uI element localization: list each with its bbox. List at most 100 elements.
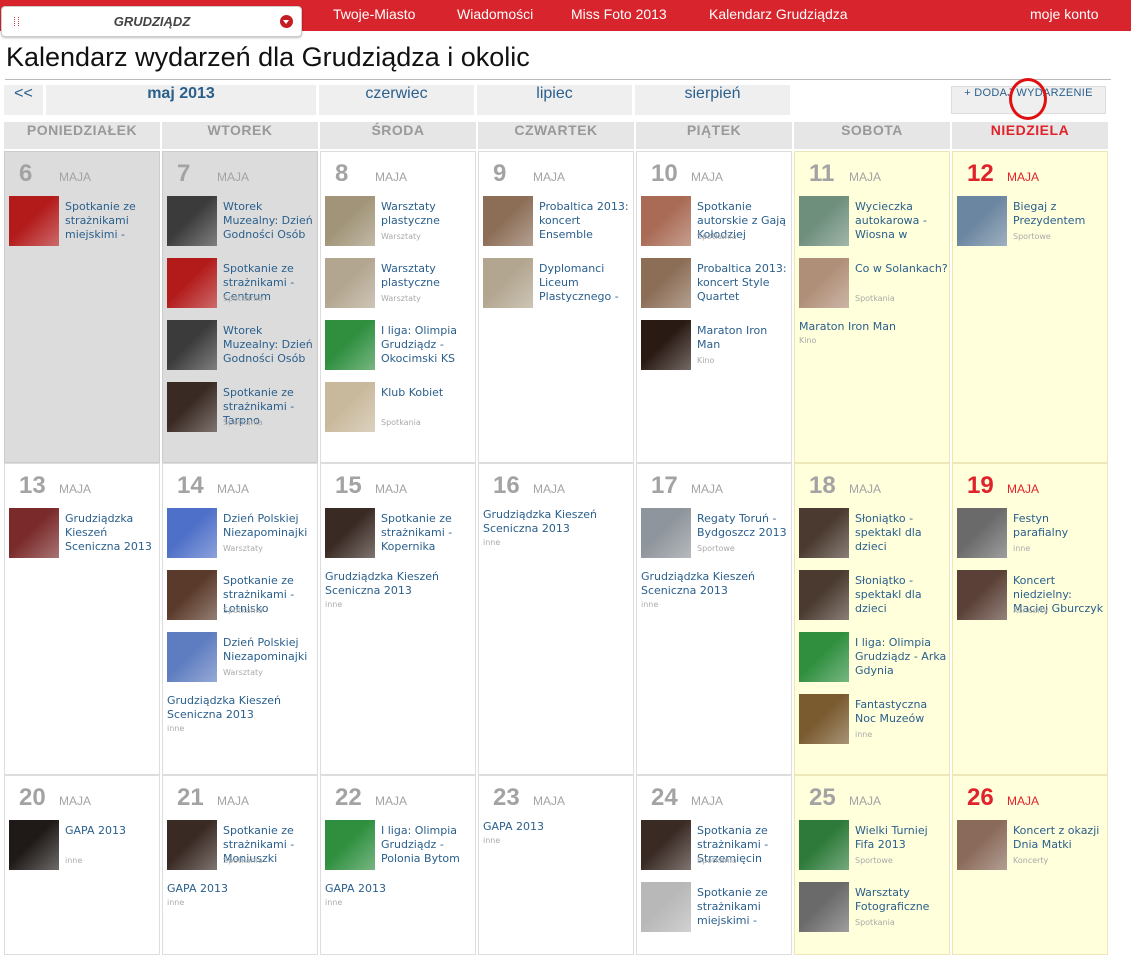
day-month: MAJA xyxy=(691,170,724,184)
day-month: MAJA xyxy=(217,170,250,184)
event-thumbnail[interactable] xyxy=(167,382,217,432)
event-thumbnail[interactable] xyxy=(641,258,691,308)
event-thumbnail[interactable] xyxy=(167,196,217,246)
month-lipiec[interactable]: lipiec xyxy=(477,85,632,115)
day-cell: 16 MAJA Grudziądzka Kieszeń Sceniczna 2013… xyxy=(478,463,634,775)
event-thumbnail[interactable] xyxy=(957,508,1007,558)
day-cell: 7 MAJA Wtorek Muzealny: Dzień Godności Osó… xyxy=(162,151,318,463)
day-number: 7 xyxy=(177,160,191,187)
event-title[interactable]: GAPA 2013 xyxy=(167,882,317,896)
event-thumbnail[interactable] xyxy=(799,820,849,870)
event-title[interactable]: Probaltica 2013: koncert Style Quartet xyxy=(697,262,791,304)
event-thumbnail[interactable] xyxy=(799,508,849,558)
event-thumbnail[interactable] xyxy=(167,632,217,682)
event-title[interactable]: I liga: Olimpia Grudziądz - Polonia Byto… xyxy=(381,824,475,866)
event-thumbnail[interactable] xyxy=(641,196,691,246)
event-thumbnail[interactable] xyxy=(483,258,533,308)
nav-miss-foto[interactable]: Miss Foto 2013 xyxy=(571,6,667,22)
prev-month-button[interactable]: << xyxy=(4,85,43,115)
day-number: 16 xyxy=(493,472,520,499)
event-title[interactable]: Słoniątko - spektakl dla dzieci xyxy=(855,512,949,554)
event-category: Spotkania xyxy=(855,294,895,303)
nav-kalendarz[interactable]: Kalendarz Grudziądza xyxy=(709,6,848,22)
add-event-button[interactable]: + DODAJ WYDARZENIE xyxy=(951,86,1106,114)
day-month: MAJA xyxy=(849,794,882,808)
title-divider xyxy=(5,79,1111,80)
event-title[interactable]: Wtorek Muzealny: Dzień Godności Osób xyxy=(223,324,317,366)
event-title[interactable]: Dyplomanci Liceum Plastycznego - wystawa xyxy=(539,262,633,304)
day-header-niedziela: NIEDZIELA xyxy=(952,122,1108,149)
event-thumbnail[interactable] xyxy=(957,570,1007,620)
event-category: Spotkania xyxy=(223,856,263,865)
event-thumbnail[interactable] xyxy=(9,508,59,558)
event-category: Warsztaty xyxy=(223,544,263,553)
month-sierpien[interactable]: sierpień xyxy=(635,85,790,115)
event-thumbnail[interactable] xyxy=(957,196,1007,246)
day-month: MAJA xyxy=(1007,794,1040,808)
month-czerwiec[interactable]: czerwiec xyxy=(319,85,474,115)
event-thumbnail[interactable] xyxy=(799,694,849,744)
event-title[interactable]: Grudziądzka Kieszeń Sceniczna 2013 xyxy=(325,570,475,598)
event-thumbnail[interactable] xyxy=(641,882,691,932)
event-thumbnail[interactable] xyxy=(167,820,217,870)
event-title[interactable]: Spotkanie ze strażnikami - Kopernika xyxy=(381,512,475,554)
event-thumbnail[interactable] xyxy=(167,570,217,620)
event-thumbnail[interactable] xyxy=(325,382,375,432)
event-thumbnail[interactable] xyxy=(167,508,217,558)
day-number: 26 xyxy=(967,784,994,811)
chevron-down-icon[interactable] xyxy=(280,15,293,28)
account-link[interactable]: moje konto xyxy=(1030,6,1098,22)
event-title[interactable]: GAPA 2013 xyxy=(483,820,633,834)
event-thumbnail[interactable] xyxy=(957,820,1007,870)
event-title[interactable]: Grudziądzka Kieszeń Sceniczna 2013 xyxy=(65,512,159,554)
day-cell: 13 MAJA Grudziądzka Kieszeń Sceniczna 2013 xyxy=(4,463,160,775)
city-name: GRUDZIĄDZ xyxy=(113,14,191,29)
event-thumbnail[interactable] xyxy=(641,508,691,558)
event-thumbnail[interactable] xyxy=(483,196,533,246)
event-title[interactable]: Grudziądzka Kieszeń Sceniczna 2013 xyxy=(641,570,791,598)
event-thumbnail[interactable] xyxy=(799,882,849,932)
event-title[interactable]: Spotkanie ze strażnikami miejskimi - Mni… xyxy=(697,886,791,928)
event-category: Warsztaty xyxy=(381,232,421,241)
event-title[interactable]: Wycieczka autokarowa - Wiosna w Borach xyxy=(855,200,949,242)
event-thumbnail[interactable] xyxy=(9,820,59,870)
event-title[interactable]: I liga: Olimpia Grudziądz - Arka Gdynia xyxy=(855,636,949,678)
event-thumbnail[interactable] xyxy=(325,508,375,558)
event-title[interactable]: Wtorek Muzealny: Dzień Godności Osób xyxy=(223,200,317,242)
event-title[interactable]: Maraton Iron Man xyxy=(799,320,949,334)
day-header-wtorek: WTOREK xyxy=(162,122,318,149)
event-thumbnail[interactable] xyxy=(641,320,691,370)
event-title[interactable]: GAPA 2013 xyxy=(325,882,475,896)
event-thumbnail[interactable] xyxy=(325,258,375,308)
event-thumbnail[interactable] xyxy=(167,258,217,308)
day-cell: 17 MAJA Regaty Toruń - Bydgoszcz 2013 Sport… xyxy=(636,463,792,775)
event-thumbnail[interactable] xyxy=(799,632,849,682)
event-thumbnail[interactable] xyxy=(641,820,691,870)
event-title[interactable]: Spotkanie ze strażnikami miejskimi - Rzą… xyxy=(65,200,159,242)
day-number: 21 xyxy=(177,784,204,811)
event-thumbnail[interactable] xyxy=(799,196,849,246)
event-thumbnail[interactable] xyxy=(325,320,375,370)
nav-twoje-miasto[interactable]: Twoje-Miasto xyxy=(333,6,415,22)
event-thumbnail[interactable] xyxy=(325,196,375,246)
event-thumbnail[interactable] xyxy=(9,196,59,246)
event-title[interactable]: Słoniątko - spektakl dla dzieci xyxy=(855,574,949,616)
day-month: MAJA xyxy=(691,482,724,496)
event-title[interactable]: Probaltica 2013: koncert Ensemble Multic… xyxy=(539,200,633,242)
day-month: MAJA xyxy=(217,794,250,808)
event-title[interactable]: Grudziądzka Kieszeń Sceniczna 2013 xyxy=(483,508,633,536)
event-thumbnail[interactable] xyxy=(799,570,849,620)
event-title[interactable]: Grudziądzka Kieszeń Sceniczna 2013 xyxy=(167,694,317,722)
event-thumbnail[interactable] xyxy=(325,820,375,870)
day-number: 12 xyxy=(967,160,994,187)
event-thumbnail[interactable] xyxy=(799,258,849,308)
day-number: 18 xyxy=(809,472,836,499)
day-month: MAJA xyxy=(1007,170,1040,184)
event-thumbnail[interactable] xyxy=(167,320,217,370)
event-category: Warsztaty xyxy=(223,668,263,677)
event-title[interactable]: I liga: Olimpia Grudziądz - Okocimski KS… xyxy=(381,324,475,366)
nav-wiadomosci[interactable]: Wiadomości xyxy=(457,6,533,22)
day-number: 23 xyxy=(493,784,520,811)
day-number: 15 xyxy=(335,472,362,499)
city-selector[interactable]: GRUDZIĄDZ xyxy=(1,6,302,37)
